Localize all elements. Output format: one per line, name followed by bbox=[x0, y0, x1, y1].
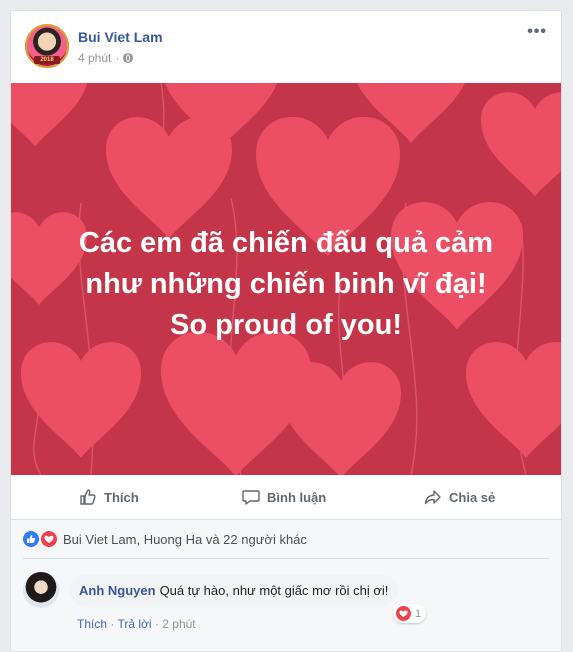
comment-time[interactable]: 2 phút bbox=[162, 617, 195, 631]
commenter-name[interactable]: Anh Nguyen bbox=[79, 583, 156, 598]
commenter-avatar[interactable] bbox=[23, 572, 59, 608]
reactions-text[interactable]: Bui Viet Lam, Huong Ha và 22 người khác bbox=[63, 532, 307, 547]
meta-separator: · bbox=[115, 51, 120, 65]
caption-line: So proud of you! bbox=[170, 309, 402, 341]
action-bar: Thích Bình luận Chia sẻ bbox=[11, 475, 561, 520]
separator: · bbox=[110, 617, 115, 631]
comment-text: Quá tự hào, như một giấc mơ rồi chị ơi! bbox=[159, 583, 389, 598]
share-button[interactable]: Chia sẻ bbox=[424, 475, 495, 519]
comments-section: Bui Viet Lam, Huong Ha và 22 người khác … bbox=[11, 520, 561, 651]
comment-button[interactable]: Bình luận bbox=[242, 475, 326, 519]
share-icon bbox=[424, 490, 441, 505]
caption-line: như những chiến binh vĩ đại! bbox=[85, 268, 487, 300]
comment-icon bbox=[242, 490, 260, 505]
post-time[interactable]: 4 phút bbox=[78, 51, 111, 65]
reactions-summary[interactable]: Bui Viet Lam, Huong Ha và 22 người khác bbox=[23, 531, 307, 547]
ellipsis-icon[interactable]: ••• bbox=[527, 23, 547, 41]
share-label: Chia sẻ bbox=[449, 489, 496, 505]
post-image[interactable]: Các em đã chiến đấu quả cảm như những ch… bbox=[11, 83, 561, 475]
avatar-badge: 2018 bbox=[34, 56, 60, 64]
like-icon bbox=[23, 531, 39, 547]
like-button[interactable]: Thích bbox=[79, 475, 139, 519]
love-icon bbox=[396, 606, 411, 621]
post-meta: 4 phút · bbox=[78, 51, 134, 65]
author-avatar[interactable]: 2018 bbox=[25, 24, 69, 68]
caption-line: Các em đã chiến đấu quả cảm bbox=[78, 227, 494, 259]
like-label: Thích bbox=[104, 489, 139, 505]
comment-label: Bình luận bbox=[267, 489, 327, 505]
love-icon bbox=[41, 531, 57, 547]
thumbs-up-icon bbox=[80, 489, 96, 505]
divider bbox=[23, 558, 549, 559]
globe-icon[interactable] bbox=[123, 53, 134, 63]
image-caption: Các em đã chiến đấu quả cảm như những ch… bbox=[11, 223, 561, 346]
post-card: 2018 Bui Viet Lam 4 phút · ••• Các em đã… bbox=[10, 10, 562, 652]
comment-bubble: Anh Nguyen Quá tự hào, như một giấc mơ rồ… bbox=[69, 575, 399, 606]
separator: · bbox=[154, 617, 159, 631]
author-name[interactable]: Bui Viet Lam bbox=[78, 29, 163, 45]
comment-actions: Thích · Trả lời · 2 phút bbox=[77, 617, 196, 631]
comment-reply-link[interactable]: Trả lời bbox=[117, 617, 151, 631]
reaction-count: 1 bbox=[415, 607, 422, 620]
post-header: 2018 Bui Viet Lam 4 phút · ••• bbox=[11, 11, 561, 83]
comment-reaction-count[interactable]: 1 bbox=[393, 604, 427, 623]
comment-like-link[interactable]: Thích bbox=[77, 617, 107, 631]
